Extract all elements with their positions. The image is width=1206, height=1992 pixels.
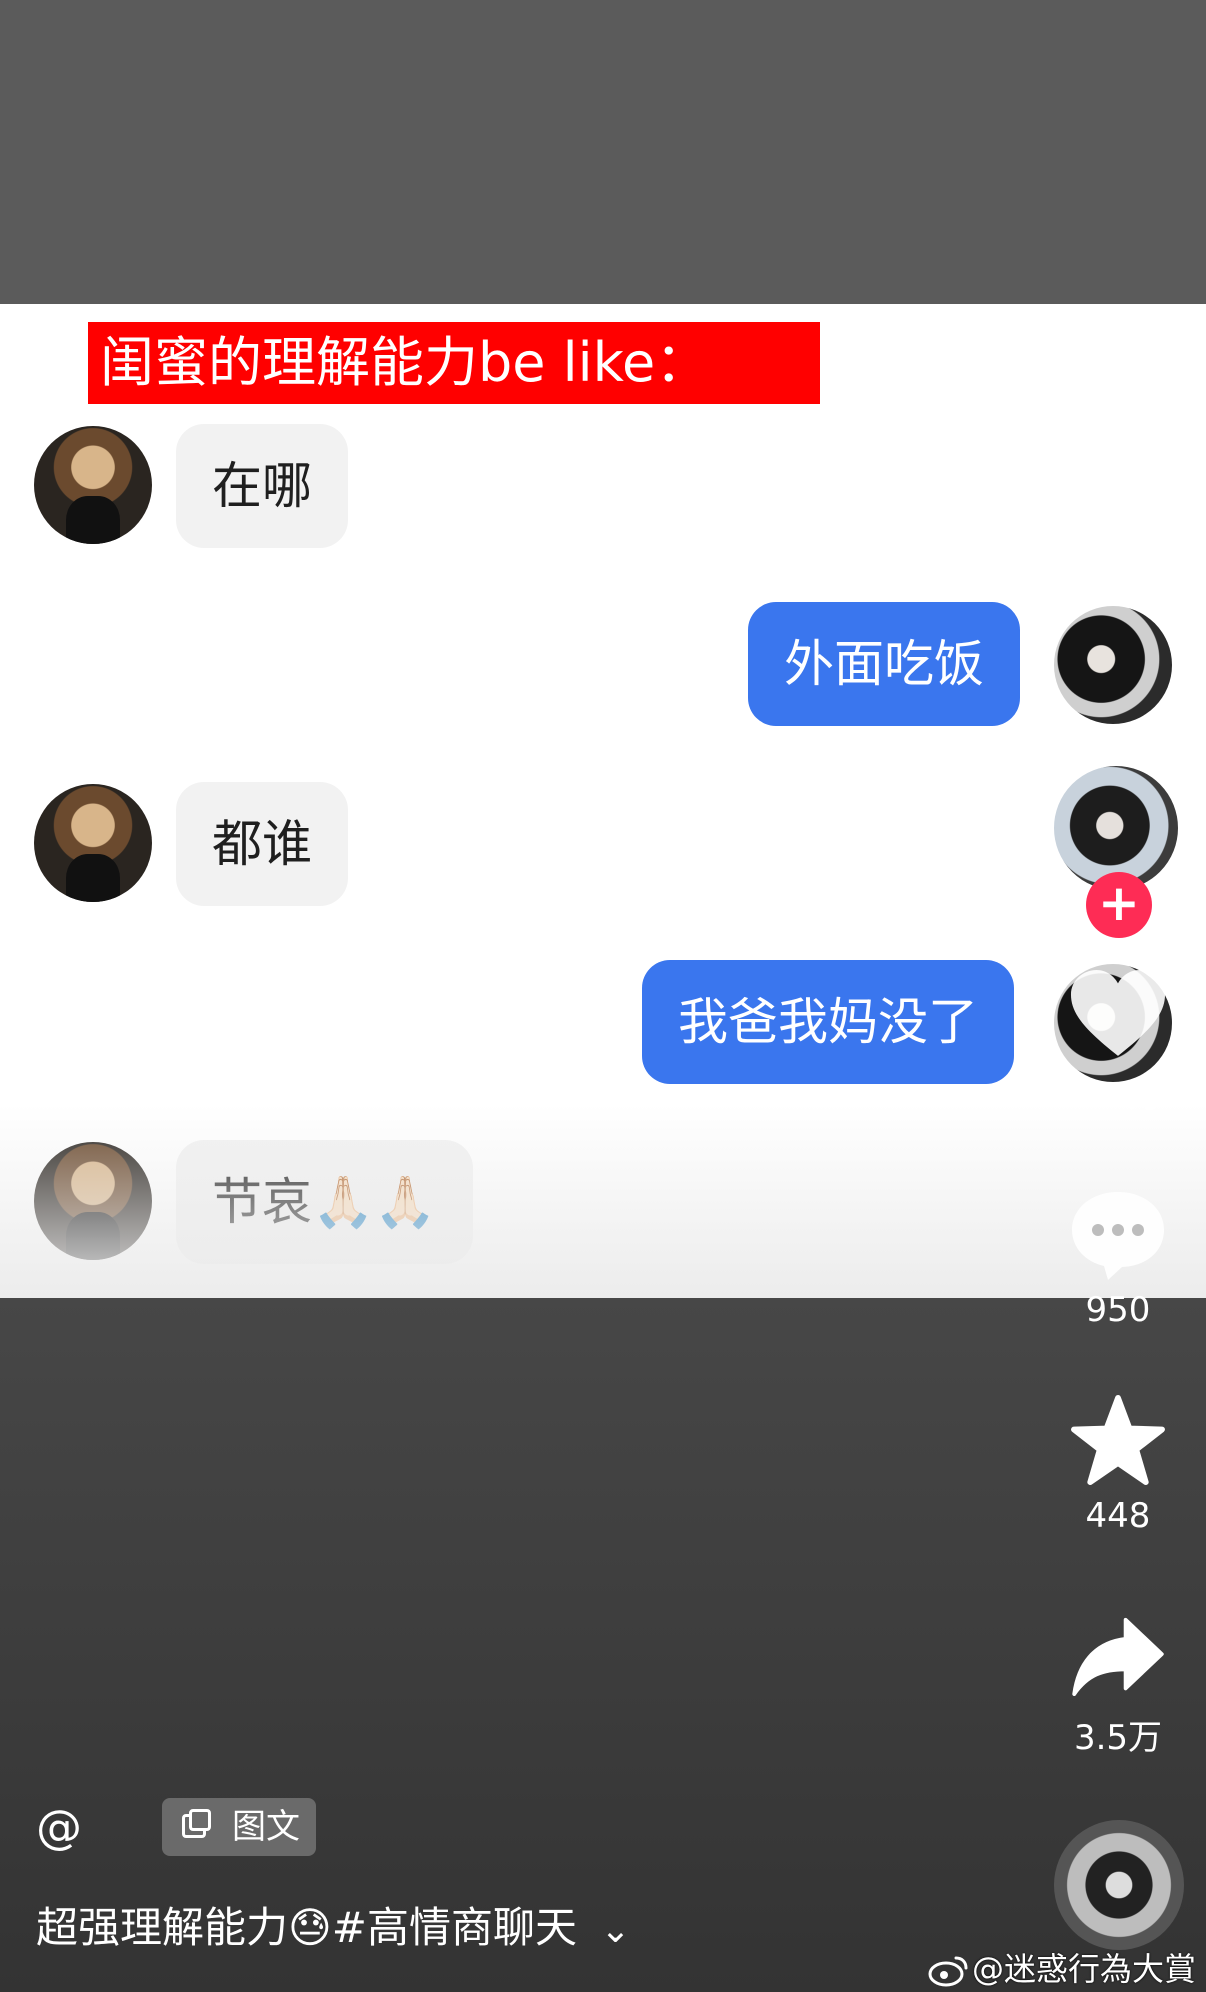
message-bubble-friend: 节哀🙏🏻🙏🏻 [176, 1140, 473, 1264]
weibo-icon [928, 1956, 968, 1987]
favorite-button[interactable]: 448 [1048, 1394, 1188, 1536]
video-top-area [0, 0, 1206, 304]
share-button[interactable]: 3.5万 [1048, 1616, 1188, 1759]
share-count: 3.5万 [1073, 1718, 1163, 1758]
comment-icon [1072, 1192, 1164, 1280]
banner-title: 闺蜜的理解能力be like： [88, 322, 820, 404]
chat-screenshot-card: 闺蜜的理解能力be like： 在哪 外面吃饭 都谁 我爸我妈没了 节哀🙏🏻🙏🏻 [0, 304, 1206, 1298]
star-icon [1071, 1394, 1165, 1486]
comment-button[interactable]: 950 [1048, 1186, 1188, 1330]
friend-avatar [34, 426, 152, 544]
like-count: 1.1万 [1073, 1076, 1163, 1116]
watermark: @迷惑行為大賞 [928, 1944, 1196, 1990]
video-caption[interactable]: 超强理解能力😓#高情商聊天 ⌄ [36, 1894, 631, 1955]
music-disc[interactable] [1054, 1820, 1184, 1950]
my-avatar [1054, 606, 1172, 724]
friend-avatar [34, 1142, 152, 1260]
follow-button[interactable]: + [1086, 872, 1152, 938]
message-bubble-me: 我爸我妈没了 [642, 960, 1014, 1084]
caption-text: 超强理解能力😓#高情商聊天 [36, 1903, 577, 1952]
video-bottom-area [0, 1298, 1206, 1992]
chevron-down-icon[interactable]: ⌄ [600, 1910, 630, 1951]
image-text-tag[interactable]: 图文 [162, 1798, 316, 1856]
share-icon [1072, 1617, 1164, 1696]
like-button[interactable]: 1.1万 [1048, 968, 1188, 1117]
favorite-count: 448 [1085, 1496, 1151, 1536]
image-text-label: 图文 [232, 1807, 300, 1847]
comment-count: 950 [1085, 1290, 1151, 1330]
heart-icon [1070, 970, 1166, 1056]
image-text-icon [182, 1809, 211, 1838]
message-bubble-me: 外面吃饭 [748, 602, 1020, 726]
watermark-text: @迷惑行為大賞 [972, 1950, 1197, 1988]
message-bubble-friend: 都谁 [176, 782, 348, 906]
message-bubble-friend: 在哪 [176, 424, 348, 548]
friend-avatar [34, 784, 152, 902]
author-handle[interactable]: @ [36, 1800, 82, 1854]
